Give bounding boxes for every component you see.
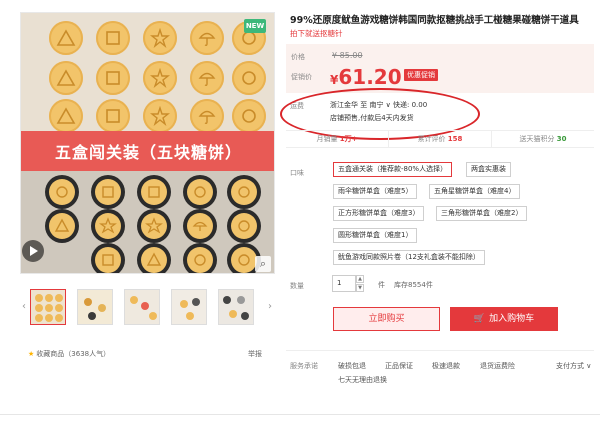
product-subtitle: 拍下就送抠糖针 <box>290 29 343 38</box>
circle-tin <box>183 243 217 273</box>
quantity-down-icon[interactable]: ▼ <box>356 284 364 292</box>
quantity-input[interactable]: 1 <box>332 275 356 292</box>
cookie-tray-bottom <box>21 171 274 273</box>
umbrella-tin <box>183 209 217 243</box>
service-item[interactable]: 正品保证 <box>385 361 413 371</box>
tmall-points: 送天猫积分 30 <box>519 135 567 143</box>
thumbnail[interactable] <box>124 289 160 325</box>
price-box: 价格 ¥ 85.00 促销价 ¥61.20 优惠促销 <box>286 44 594 93</box>
buy-now-button[interactable]: 立即购买 <box>333 307 440 331</box>
thumbnail[interactable] <box>218 289 254 325</box>
option-photo-card[interactable]: 鱿鱼游戏同款照片卷（12支礼盒装不能扣除） <box>333 250 485 265</box>
square-tin <box>91 243 125 273</box>
star-tin <box>91 209 125 243</box>
original-price: ¥ 85.00 <box>332 51 363 60</box>
monthly-sales: 月销量 1万+ <box>286 131 389 147</box>
promo-tag: 优惠促销 <box>404 69 438 81</box>
circle-tin <box>227 209 261 243</box>
add-to-cart-button[interactable]: 🛒 加入购物车 <box>450 307 558 331</box>
square-tin <box>137 175 171 209</box>
page-bottom-border <box>0 414 600 415</box>
option-square[interactable]: 正方形糖饼单盒（难度3） <box>333 206 425 221</box>
star-cookie <box>143 99 177 133</box>
favorite-count: （3638人气） <box>64 350 111 358</box>
star-cookie <box>143 21 177 55</box>
triangle-cookie <box>49 99 83 133</box>
product-title: 99%还原度鱿鱼游戏糖饼韩国同款抠糖挑战手工椪糖果碰糖饼干道具 <box>290 15 579 26</box>
service-item[interactable]: 极速退款 <box>432 361 460 371</box>
promo-price-label: 促销价 <box>291 73 312 81</box>
stock-count: 库存8554件 <box>394 281 433 289</box>
option-umbrella[interactable]: 雨伞糖饼单盒（难度5） <box>333 184 418 199</box>
favorite-label: 收藏商品 <box>36 350 65 358</box>
circle-tin <box>227 175 261 209</box>
magnifier-icon[interactable]: ⌕ <box>255 256 271 272</box>
service-item[interactable]: 破损包退 <box>338 361 366 371</box>
triangle-cookie <box>49 61 83 95</box>
payment-methods[interactable]: 支付方式 ∨ <box>556 361 591 371</box>
product-main-image[interactable]: 五盒闯关装（五块糖饼） NEW <box>20 12 275 274</box>
umbrella-cookie <box>190 99 224 133</box>
option-circle[interactable]: 圆形糖饼单盒（难度1） <box>333 228 418 243</box>
thumbnail[interactable] <box>30 289 66 325</box>
service-label: 服务承诺 <box>290 362 318 370</box>
star-tin <box>137 209 171 243</box>
triangle-tin <box>137 243 171 273</box>
option-five-box[interactable]: 五盒通关装（推荐款-80%人选择） <box>333 162 453 177</box>
favorite-link[interactable]: ★ 收藏商品（3638人气） <box>28 349 110 359</box>
quantity-up-icon[interactable]: ▲ <box>356 275 364 283</box>
star-icon: ★ <box>28 350 35 358</box>
umbrella-cookie <box>190 61 224 95</box>
play-icon[interactable] <box>22 240 44 262</box>
original-price-label: 价格 <box>291 53 305 61</box>
thumbnail[interactable] <box>77 289 113 325</box>
square-cookie <box>96 61 130 95</box>
new-badge: NEW <box>244 19 266 33</box>
quantity-label: 数量 <box>290 282 304 290</box>
service-item[interactable]: 七天无理由退换 <box>338 375 387 385</box>
option-triangle[interactable]: 三角形糖饼单盒（难度2） <box>436 206 528 221</box>
cookie-tray-top <box>21 13 274 133</box>
quantity-unit: 件 <box>378 281 385 289</box>
square-cookie <box>96 99 130 133</box>
option-label: 口味 <box>290 169 304 177</box>
thumb-prev-icon[interactable]: ‹ <box>22 301 26 312</box>
circle-tin <box>183 175 217 209</box>
cart-icon: 🛒 <box>473 314 486 324</box>
thumb-next-icon[interactable]: › <box>268 301 272 312</box>
circle-tin <box>45 175 79 209</box>
triangle-cookie <box>49 21 83 55</box>
sales-stats: 月销量 1万+ 累计评价 158 送天猫积分 30 <box>286 130 594 148</box>
promo-price: ¥61.20 <box>330 65 402 89</box>
divider <box>286 350 594 351</box>
square-cookie <box>96 21 130 55</box>
thumbnail[interactable] <box>171 289 207 325</box>
report-link[interactable]: 举报 <box>248 349 262 359</box>
option-two-box[interactable]: 两盒实惠装 <box>466 162 511 177</box>
service-item[interactable]: 退货运费险 <box>480 361 515 371</box>
option-star[interactable]: 五角星糖饼单盒（难度4） <box>429 184 521 199</box>
image-banner: 五盒闯关装（五块糖饼） <box>21 131 274 171</box>
umbrella-cookie <box>190 21 224 55</box>
review-count[interactable]: 累计评价 158 <box>389 131 492 147</box>
square-tin <box>91 175 125 209</box>
circle-cookie <box>232 61 266 95</box>
thumbnail-strip <box>30 289 265 325</box>
add-to-cart-label: 加入购物车 <box>489 314 535 324</box>
circle-cookie <box>232 99 266 133</box>
triangle-tin <box>45 209 79 243</box>
star-cookie <box>143 61 177 95</box>
